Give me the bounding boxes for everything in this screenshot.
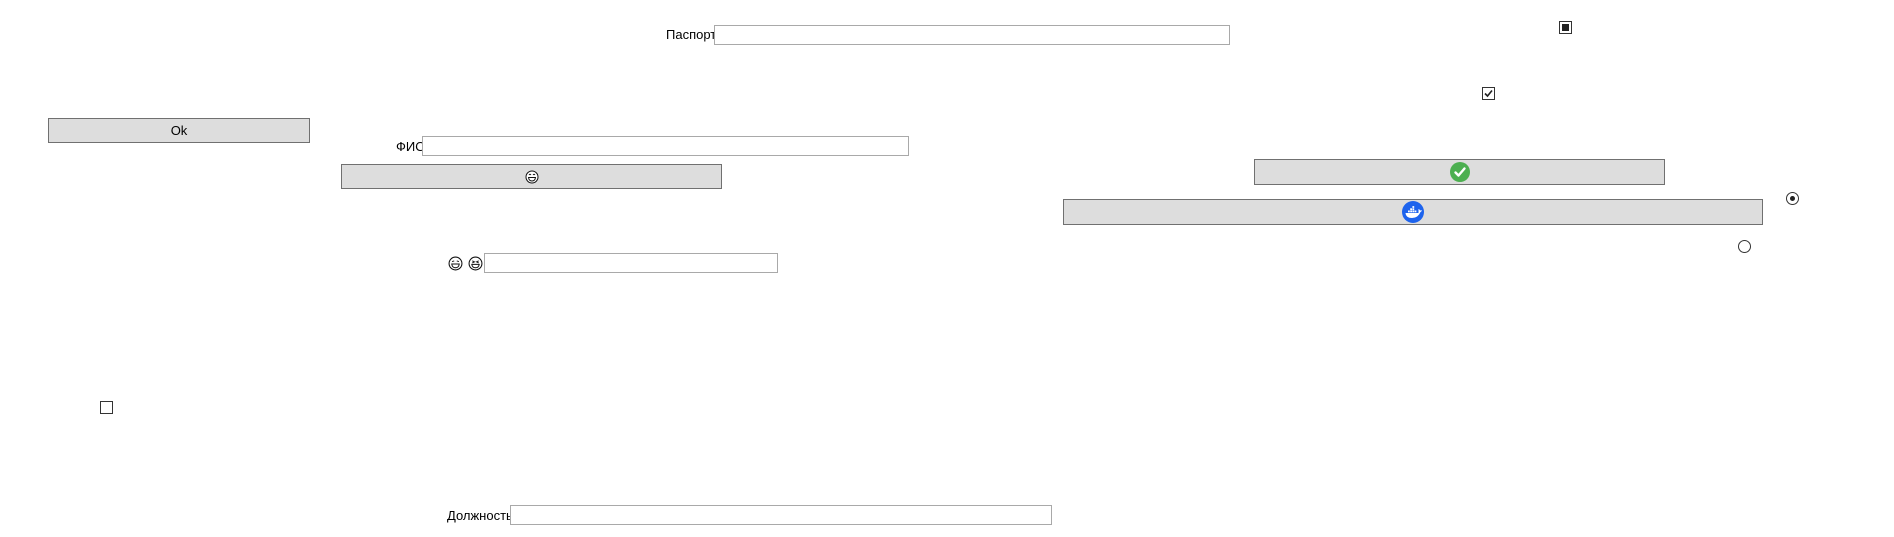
grinning-squint-icon [468, 256, 483, 271]
position-input[interactable] [510, 505, 1052, 525]
unchecked-checkbox[interactable] [100, 401, 113, 414]
fio-label: ФИО [396, 139, 426, 154]
checked-checkbox[interactable] [1482, 87, 1495, 100]
grinning-face-icon [525, 170, 538, 183]
docker-button[interactable] [1063, 199, 1763, 225]
position-label: Должность [447, 508, 513, 523]
radio-option-lower[interactable] [1738, 240, 1751, 253]
confirm-button[interactable] [1254, 159, 1665, 185]
indeterminate-checkbox[interactable] [1559, 21, 1572, 34]
green-check-circle-icon [1449, 162, 1470, 182]
emoji-button[interactable] [341, 164, 722, 189]
ok-button[interactable]: Ok [48, 118, 310, 143]
radio-option-upper[interactable] [1786, 192, 1799, 205]
indeterminate-mark-icon [1562, 24, 1569, 31]
emoji-input[interactable] [484, 253, 778, 273]
fio-input[interactable] [422, 136, 909, 156]
radio-selected-dot-icon [1790, 196, 1795, 201]
checkmark-icon [1484, 89, 1493, 98]
passport-label: Паспорт [666, 27, 717, 42]
passport-input[interactable] [714, 25, 1230, 45]
docker-whale-icon [1402, 201, 1424, 223]
laughing-face-icon [448, 256, 463, 271]
